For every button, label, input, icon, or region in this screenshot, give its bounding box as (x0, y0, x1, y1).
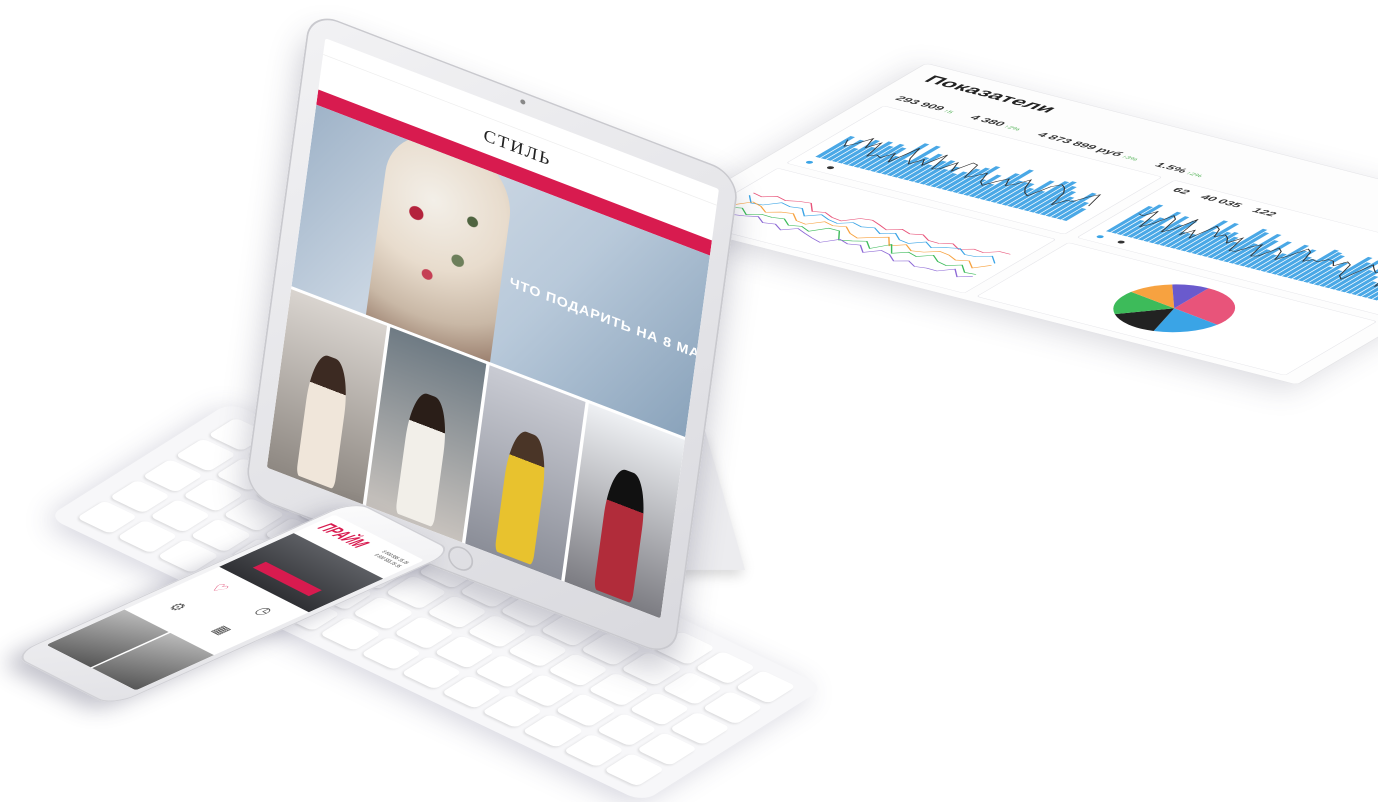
chart-line-series (723, 204, 987, 275)
phone-cta-button[interactable] (253, 562, 322, 596)
camera-icon (520, 99, 526, 105)
category-tile[interactable] (366, 327, 486, 542)
kpi-secondary-2: 40 035 (1197, 193, 1245, 209)
kpi-secondary-3: 122 (1249, 207, 1280, 218)
pie-chart (1076, 270, 1273, 347)
analytics-dashboard: Показатели 293 909↑5 4 380↑2% 4 873 899 … (657, 63, 1378, 385)
category-tile[interactable] (565, 403, 685, 618)
hero-title: ЧТО ПОДАРИТЬ НА 8 МАРТА (509, 275, 710, 374)
chart-line-series (715, 208, 979, 279)
phone-contacts: 8 800 555 35 35 8 800 555 35 35 (371, 550, 410, 569)
category-tile[interactable] (267, 289, 387, 504)
home-button (447, 542, 475, 574)
chart-line-series (731, 199, 995, 270)
kpi-secondary-1: 62 (1169, 186, 1193, 195)
category-tile[interactable] (465, 365, 585, 580)
